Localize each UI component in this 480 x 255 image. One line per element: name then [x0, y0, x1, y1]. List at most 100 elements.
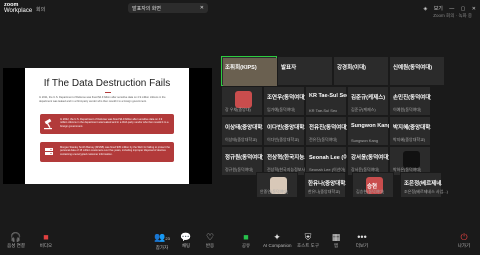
view-button[interactable]: 보기	[434, 6, 443, 12]
participant-tile[interactable]: Sungwon Kang Sungwon Kang	[347, 116, 389, 146]
participant-label: 안중연(동덕여대)	[260, 189, 289, 194]
participant-tile[interactable]: 박지혜(중앙대학... 박지혜(중앙대학교)	[389, 116, 431, 146]
audio-label: 음성 연결	[7, 243, 25, 248]
participant-name: 전상혁(한국지능...	[267, 155, 305, 161]
card-text: In 2022, the U.S. Department of Defense …	[60, 118, 169, 128]
participant-name: 조은정(베르제네...	[404, 181, 442, 187]
slide-body: In 2011, the U.S. Department of Defense …	[39, 96, 166, 103]
participant-name: 조휘희(KIPS)	[225, 65, 257, 71]
participant-tile[interactable]: 손민진(동덕여대) 이예원(동덕여대)	[389, 86, 431, 116]
participant-name: Seonah Lee (이...	[309, 155, 347, 161]
participant-tile[interactable]: 안중연(동덕여대)	[256, 172, 298, 198]
participant-label: Sungwon Kang	[351, 138, 379, 143]
shield-icon: ⛨	[304, 232, 312, 242]
participant-name: Sungwon Kang	[351, 123, 389, 129]
heart-icon: ♡	[205, 232, 215, 242]
more-icon: •••	[357, 232, 367, 242]
react-label: 반응	[205, 243, 215, 248]
minimize-icon[interactable]: —	[449, 6, 454, 12]
close-icon[interactable]: ✕	[200, 5, 204, 11]
video-button[interactable]: ■ 비디오	[32, 231, 60, 249]
logo-line2: Workplace	[4, 8, 33, 14]
participant-tile[interactable]: 강 우채(중앙대)	[221, 86, 263, 116]
avatar	[235, 91, 252, 108]
participant-tile[interactable]: 강경희(이대)	[333, 56, 389, 86]
participant-name: 정규원(동덕여대)	[225, 155, 263, 161]
shared-screen: If The Data Destruction Fails In 2011, t…	[3, 68, 212, 184]
slide-title: If The Data Destruction Fails	[43, 78, 171, 89]
participant-label: 이상태(중앙대학교)	[225, 137, 258, 142]
headphones-icon: 🎧	[10, 232, 22, 242]
participant-name: 신예원(동덕여대)	[393, 65, 433, 71]
participant-label: 정규원(동덕여대)	[225, 167, 254, 172]
participant-tile[interactable]: 전유진(동덕여대) 전유진(동덕여대)	[305, 116, 347, 146]
screen-share-tab[interactable]: 발표자의 화면 ✕	[128, 3, 208, 13]
participant-label: 박지혜(중앙대학교)	[393, 137, 426, 142]
home-label[interactable]: 회의	[36, 6, 45, 13]
zoom-logo: zoom Workplace	[4, 2, 32, 14]
participant-label: 강 우채(중앙대)	[225, 107, 251, 112]
title-rule	[105, 92, 111, 93]
participant-name: 조연우(동덕여대)	[267, 95, 305, 101]
apps-button[interactable]: ▦ 앱	[322, 231, 350, 249]
participant-tile[interactable]: 조연우(동덕여대) 임가예(동덕여대)	[263, 86, 305, 116]
ai-companion-button[interactable]: ✦ AI Companion	[263, 231, 292, 249]
participant-name: KR Tae-Sul Seo	[309, 93, 347, 99]
participant-tile[interactable]: 한유나(중앙대학... 한유나(중앙대학교)	[304, 172, 346, 198]
participant-tile[interactable]: 조은정(베르제네... 조은정(베르제네스 사업...)	[400, 172, 448, 198]
participant-tile[interactable]: 이상태(중앙대학... 이상태(중앙대학교)	[221, 116, 263, 146]
participant-label: 김승현(동덕여대)	[356, 189, 385, 194]
participant-label: 김준규(케제스)	[351, 107, 376, 112]
participant-tile[interactable]: 조휘희(KIPS)	[221, 56, 277, 86]
participant-label: 임가예(동덕여대)	[267, 107, 296, 112]
apps-label: 앱	[333, 243, 339, 248]
participant-label: KR Tae-Sul Seo	[309, 108, 338, 113]
meeting-toolbar: 🎧 음성 연결 ■ 비디오 👥23 참가자 💬 채팅 ♡ 반응 ■ 공유 ✦ A…	[0, 229, 480, 255]
participant-name: 이다빈(중앙대학...	[267, 125, 305, 131]
leave-label: 나가기	[457, 243, 471, 248]
share-label: 공유	[241, 243, 251, 248]
host-tools-button[interactable]: ⛨ 호스트 도구	[294, 231, 322, 249]
avatar	[403, 151, 420, 168]
participant-label: 전유진(동덕여대)	[309, 137, 338, 142]
participant-name: 손민진(동덕여대)	[393, 95, 431, 101]
participant-name: 이상태(중앙대학...	[225, 125, 263, 131]
participant-tile[interactable]: 발표자	[277, 56, 333, 86]
participant-label: 조은정(베르제네스 사업...)	[404, 189, 448, 194]
status-text: Zoom 회의 · 녹화 중	[433, 13, 472, 18]
card-text: Morgan Stanley Smith Barney (MSSB) was f…	[60, 146, 170, 156]
slide-card: In 2022, the U.S. Department of Defense …	[40, 114, 174, 134]
sparkle-icon: ✦	[273, 232, 281, 242]
maximize-icon[interactable]: ▢	[461, 6, 466, 12]
react-button[interactable]: ♡ 반응	[196, 231, 224, 249]
participant-name: 박지혜(중앙대학...	[393, 125, 431, 131]
participant-tile[interactable]: 승현 김승현(동덕여대)	[352, 172, 394, 198]
close-window-icon[interactable]: ✕	[472, 6, 476, 12]
server-icon	[45, 148, 53, 155]
participants-count: 23	[165, 236, 170, 241]
participant-label: 이다빈(중앙대학교)	[267, 137, 300, 142]
participant-tile[interactable]: 이다빈(중앙대학... 이다빈(중앙대학교)	[263, 116, 305, 146]
slide: If The Data Destruction Fails In 2011, t…	[25, 68, 189, 184]
leave-icon: ⏻	[460, 232, 468, 242]
video-off-icon: ■	[43, 232, 49, 242]
shield-icon: ◈	[423, 6, 428, 12]
window-controls: ◈ 보기 — ▢ ✕	[418, 5, 476, 12]
participant-name: 발표자	[281, 65, 297, 71]
participant-tile[interactable]: KR Tae-Sul Seo KR Tae-Sul Seo	[305, 86, 347, 116]
apps-icon: ▦	[331, 232, 341, 242]
participant-tile[interactable]: 신예원(동덕여대)	[389, 56, 445, 86]
host-tools-label: 호스트 도구	[297, 243, 319, 248]
audio-button[interactable]: 🎧 음성 연결	[2, 231, 30, 249]
more-button[interactable]: ••• 더보기	[348, 231, 376, 249]
participant-name: 강경희(이대)	[337, 65, 366, 71]
participant-label: 한유나(중앙대학교)	[308, 189, 341, 194]
share-icon: ■	[243, 232, 249, 242]
participant-name: 한유나(중앙대학...	[308, 181, 346, 187]
participant-name: 김준규(케제스)	[351, 95, 386, 101]
more-label: 더보기	[355, 243, 369, 248]
share-button[interactable]: ■ 공유	[232, 231, 260, 249]
participant-tile[interactable]: 김준규(케제스) 김준규(케제스)	[347, 86, 389, 116]
participant-name: 전유진(동덕여대)	[309, 125, 347, 131]
leave-button[interactable]: ⏻ 나가기	[450, 231, 478, 249]
